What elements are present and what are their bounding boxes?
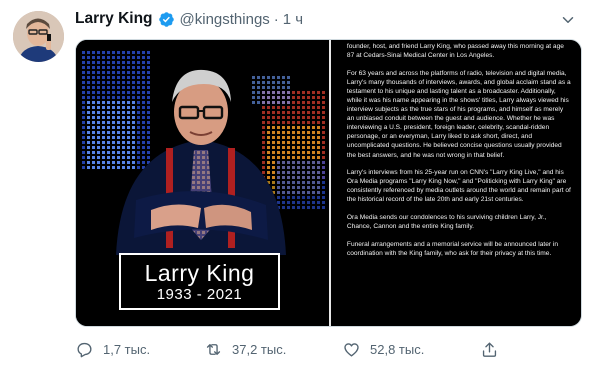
chevron-down-icon [562,17,574,23]
avatar-photo [13,11,64,62]
author-name[interactable]: Larry King [75,10,153,28]
heart-icon [344,342,359,357]
tweet-header: Larry King @kingsthings · 1 ч [75,9,590,29]
reply-count: 1,7 тыс. [103,341,151,357]
statement-paragraph: Larry's interviews from his 25-year run … [346,169,571,204]
retweet-count: 37,2 тыс. [232,341,287,357]
tweet-timestamp[interactable]: 1 ч [283,11,303,28]
separator-dot: · [273,10,279,28]
name-card-name: Larry King [144,259,255,286]
statement-text: founder, host, and friend Larry King, wh… [330,40,581,326]
statement-paragraph: Funeral arrangements and a memorial serv… [346,240,559,257]
like-button[interactable]: 52,8 тыс. [342,340,424,359]
share-button[interactable] [480,340,499,359]
retweet-button[interactable]: 37,2 тыс. [204,340,286,359]
tweet-actions: 1,7 тыс. 37,2 тыс. 52,8 тыс. [75,338,595,360]
statement-paragraph: For 63 years and across the platforms of… [346,69,571,159]
retweet-icon [206,343,221,355]
statement-top-fragment: founder, host, and friend Larry King, wh… [346,43,564,60]
name-card-years: 1933 - 2021 [156,285,243,303]
avatar[interactable] [13,11,64,62]
share-icon [482,341,497,357]
like-count: 52,8 тыс. [370,341,425,357]
name-card: Larry King 1933 - 2021 [119,253,280,310]
tribute-photo: Larry King 1933 - 2021 [76,40,329,326]
verified-badge-icon [158,11,174,27]
reply-button[interactable]: 1,7 тыс. [75,340,150,359]
statement-paragraph: Ora Media sends our condolences to his s… [346,214,547,231]
author-handle[interactable]: @kingsthings [180,11,270,28]
reply-icon [77,342,92,357]
tweet-media[interactable]: Larry King 1933 - 2021 founder, host, an… [75,39,582,327]
more-options-button[interactable] [555,10,581,30]
